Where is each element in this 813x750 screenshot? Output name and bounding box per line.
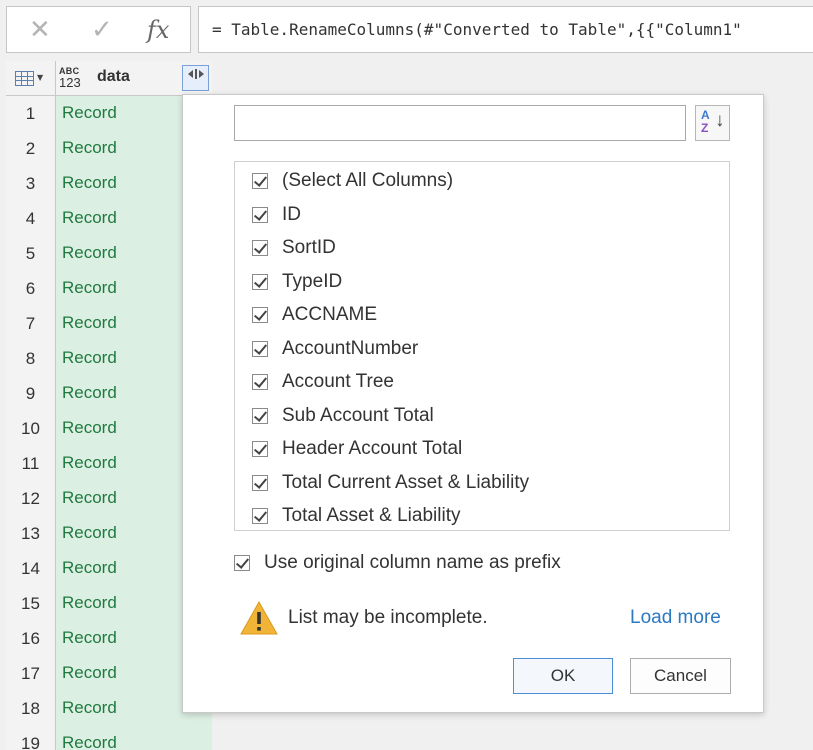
expand-columns-icon[interactable] [182,65,209,91]
column-option-label: (Select All Columns) [282,170,454,191]
column-header-data[interactable]: data [97,68,130,86]
row-number[interactable]: 6 [6,271,56,306]
row-number[interactable]: 19 [6,726,56,750]
row-number[interactable]: 12 [6,481,56,516]
warning-text: List may be incomplete. [288,607,488,628]
column-option[interactable]: ACCNAME [252,302,377,328]
formula-input[interactable]: = Table.RenameColumns(#"Converted to Tab… [198,6,813,53]
sort-az-button[interactable]: AZ ↓ [695,105,730,141]
column-option[interactable]: SortID [252,235,336,261]
column-option[interactable]: ID [252,202,301,228]
row-number[interactable]: 15 [6,586,56,621]
column-option-label: ID [282,203,301,225]
column-option-label: Sub Account Total [282,404,434,426]
row-number[interactable]: 3 [6,166,56,201]
prefix-label: Use original column name as prefix [264,552,561,573]
column-checkbox[interactable] [252,206,268,223]
chevron-down-icon: ▼ [37,73,44,82]
column-option[interactable]: Account Tree [252,369,394,395]
expand-column-popup: AZ ↓ (Select All Columns) ID SortID TypeID A… [182,94,764,713]
row-number[interactable]: 4 [6,201,56,236]
column-option-label: TypeID [282,270,343,292]
column-checkbox[interactable] [252,273,268,290]
column-option[interactable]: (Select All Columns) [252,168,453,194]
column-checkbox[interactable] [252,474,268,491]
column-option-label: SortID [282,237,336,258]
table-row[interactable]: 19 Record [6,726,212,750]
column-checkbox[interactable] [252,508,268,524]
row-number[interactable]: 16 [6,621,56,656]
column-checkbox[interactable] [252,340,268,357]
row-number[interactable]: 14 [6,551,56,586]
load-more-link[interactable]: Load more [630,607,721,629]
any-type-icon[interactable]: ABC 123 [59,65,81,89]
warning-icon [240,600,278,635]
table-menu-button[interactable]: ▼ [6,61,56,96]
column-checkbox[interactable] [252,173,268,189]
row-number[interactable]: 9 [6,376,56,411]
grid-header: ▼ ABC 123 data [6,61,212,96]
record-cell[interactable]: Record [56,726,212,750]
cancel-button[interactable]: Cancel [630,658,731,694]
arrow-down-icon: ↓ [715,110,725,131]
prefix-checkbox[interactable] [234,555,250,571]
table-icon [15,71,34,86]
column-option[interactable]: AccountNumber [252,336,418,362]
row-number[interactable]: 18 [6,691,56,726]
cancel-icon[interactable]: ✕ [29,15,51,45]
prefix-checkbox-row[interactable]: Use original column name as prefix [234,550,561,576]
column-option-label: AccountNumber [282,337,419,359]
column-option[interactable]: Total Asset & Liability [252,503,460,529]
column-option-label: Total Asset & Liability [282,505,461,526]
expand-arrows-icon [187,69,204,79]
fx-icon[interactable]: fx [147,15,169,45]
column-option[interactable]: Sub Account Total [252,403,434,429]
column-option-label: Account Tree [282,371,394,392]
row-number[interactable]: 13 [6,516,56,551]
row-number[interactable]: 7 [6,306,56,341]
column-option-label: Total Current Asset & Liability [282,471,530,493]
column-option-label: Header Account Total [282,438,463,459]
commit-icon[interactable]: ✓ [91,15,113,45]
formula-bar-buttons: ✕ ✓ fx [6,6,191,53]
sort-az-icon: AZ [701,108,710,135]
row-number[interactable]: 1 [6,96,56,131]
column-checkbox[interactable] [252,441,268,457]
column-list: (Select All Columns) ID SortID TypeID ACCNAM… [234,161,730,531]
column-option[interactable]: TypeID [252,269,342,295]
column-checkbox[interactable] [252,374,268,390]
column-checkbox[interactable] [252,240,268,256]
row-number[interactable]: 8 [6,341,56,376]
column-search-input[interactable] [234,105,686,141]
column-checkbox[interactable] [252,307,268,323]
row-number[interactable]: 11 [6,446,56,481]
row-number[interactable]: 5 [6,236,56,271]
column-option[interactable]: Header Account Total [252,436,462,462]
row-number[interactable]: 10 [6,411,56,446]
row-number[interactable]: 2 [6,131,56,166]
column-option-label: ACCNAME [282,304,378,325]
column-checkbox[interactable] [252,407,268,424]
ok-button[interactable]: OK [513,658,613,694]
column-option[interactable]: Total Current Asset & Liability [252,470,529,496]
row-number[interactable]: 17 [6,656,56,691]
